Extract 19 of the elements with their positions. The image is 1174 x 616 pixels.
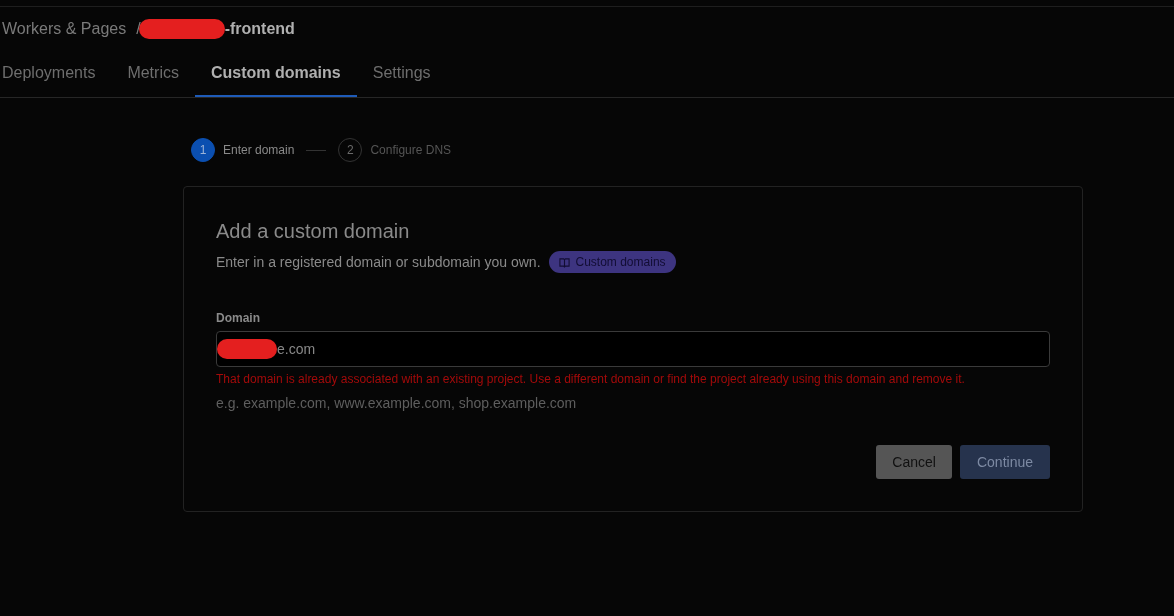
card-description: Enter in a registered domain or subdomain you own. bbox=[216, 254, 541, 270]
error-message: That domain is already associated with an existing project. Use a different domain or find the project already using this domain and remove it. bbox=[216, 372, 966, 386]
step-label: Configure DNS bbox=[370, 143, 452, 157]
field-hint: e.g. example.com, www.example.com, shop.example.com bbox=[216, 395, 578, 411]
breadcrumb-separator: / bbox=[136, 20, 141, 38]
project-name: -frontend bbox=[224, 20, 295, 38]
tab[interactable]: Metrics bbox=[111, 51, 195, 97]
tab[interactable]: Settings bbox=[356, 51, 447, 97]
domain-input[interactable]: e.com bbox=[216, 331, 1050, 367]
field-label: Domain bbox=[216, 311, 261, 325]
step-number: 1 bbox=[191, 138, 215, 162]
cancel-button[interactable]: Cancel bbox=[876, 445, 952, 479]
breadcrumb-link[interactable]: Workers & Pages bbox=[2, 20, 127, 38]
step-label: Enter domain bbox=[223, 143, 295, 157]
book-icon bbox=[558, 256, 570, 268]
tab[interactable]: Custom domains bbox=[194, 51, 357, 97]
card-title: Add a custom domain bbox=[216, 220, 411, 243]
continue-button[interactable]: Continue bbox=[959, 445, 1050, 479]
tab[interactable]: Deployments bbox=[0, 51, 112, 97]
